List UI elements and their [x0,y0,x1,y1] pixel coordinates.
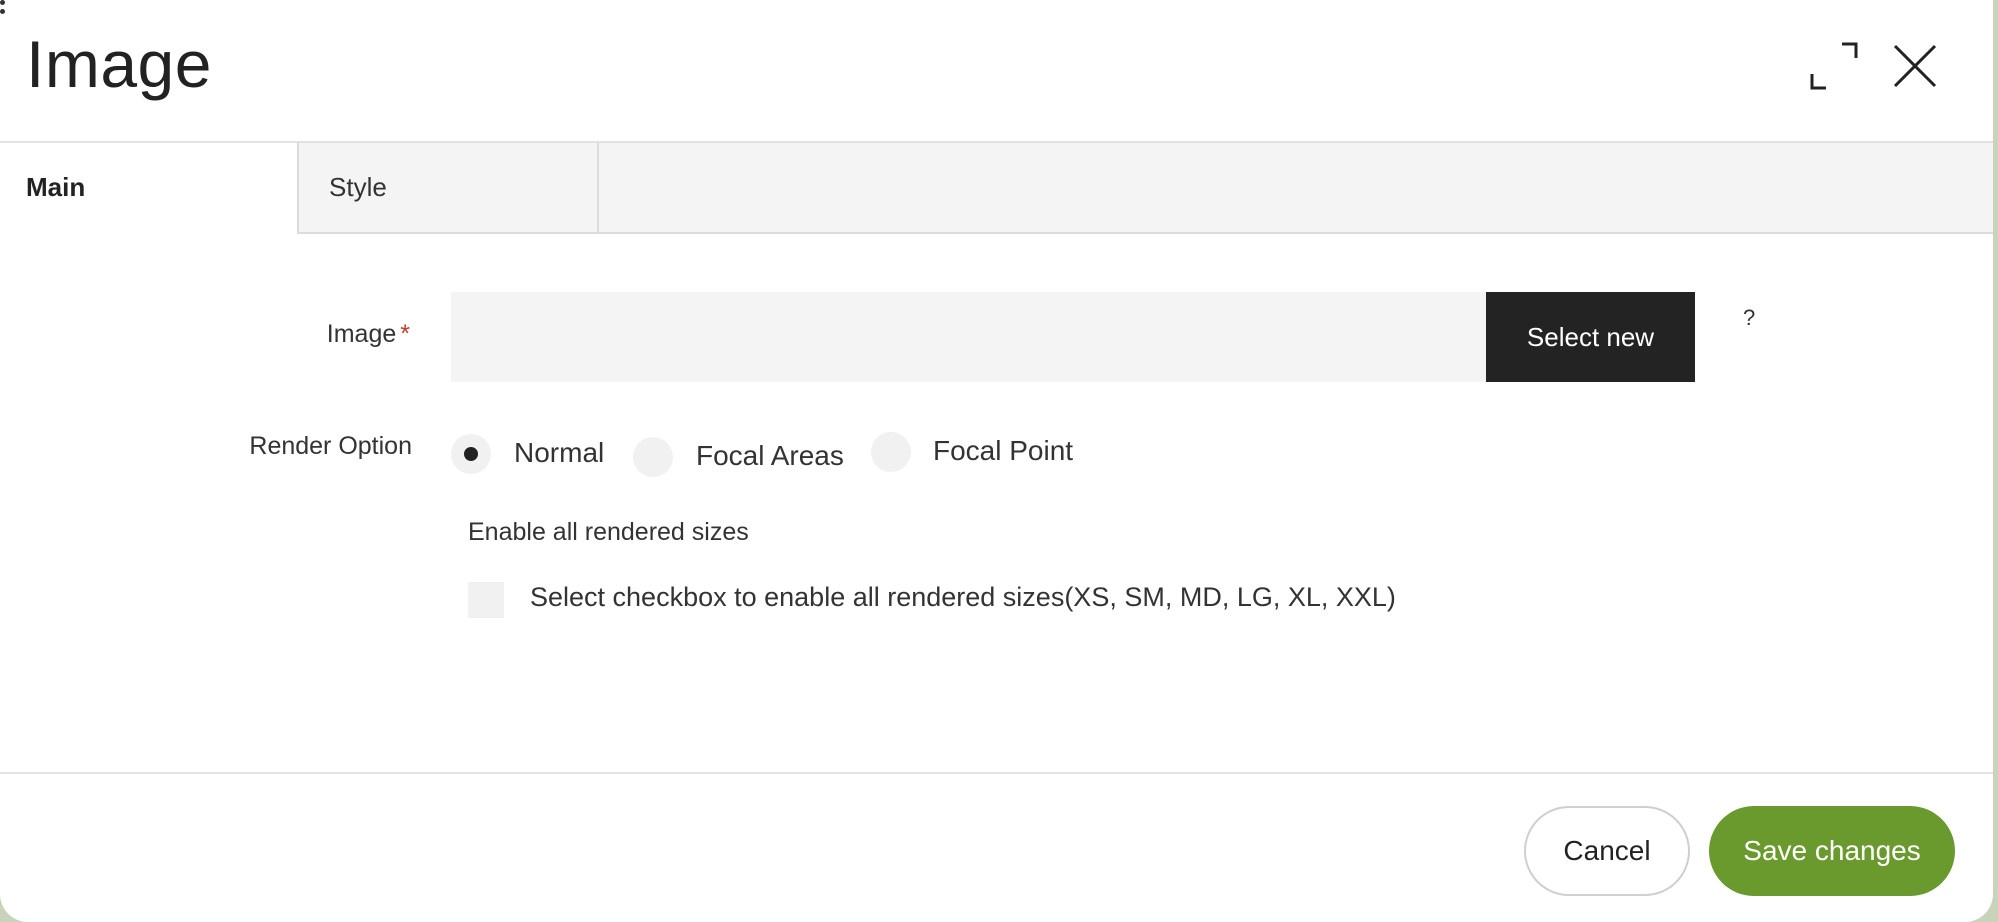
radio-focal-point-label[interactable]: Focal Point [933,435,1073,467]
tab-bar-filler [599,143,1993,234]
required-marker: * [400,320,410,348]
expand-icon[interactable] [1808,40,1860,92]
dialog-header: Image [0,0,1993,143]
dialog-footer: Cancel Save changes [0,772,1993,922]
radio-focal-point[interactable] [871,432,911,472]
radio-focal-areas[interactable] [633,437,673,477]
image-path-input[interactable] [451,292,1486,382]
image-label-text: Image [326,320,397,348]
tab-main[interactable]: Main [0,143,297,234]
tab-style[interactable]: Style [297,143,599,234]
image-dialog: Image Main Style Image * Select new ? Ren… [0,0,1993,922]
select-new-button[interactable]: Select new [1486,292,1695,382]
radio-normal[interactable] [451,434,491,474]
dialog-title: Image [26,27,212,101]
radio-focal-areas-label[interactable]: Focal Areas [696,440,844,472]
cancel-button[interactable]: Cancel [1524,806,1690,896]
enable-sizes-checkbox-label[interactable]: Select checkbox to enable all rendered s… [530,582,1396,613]
render-option-label: Render Option [249,432,412,460]
radio-normal-label[interactable]: Normal [514,437,604,469]
enable-sizes-label: Enable all rendered sizes [468,518,749,546]
enable-sizes-checkbox[interactable] [468,582,504,618]
image-field-label: Image * [250,320,410,349]
save-changes-button[interactable]: Save changes [1709,806,1955,896]
close-icon[interactable] [1889,40,1941,92]
tab-bar: Main Style [0,143,1993,234]
help-icon[interactable]: ? [1743,305,1755,331]
